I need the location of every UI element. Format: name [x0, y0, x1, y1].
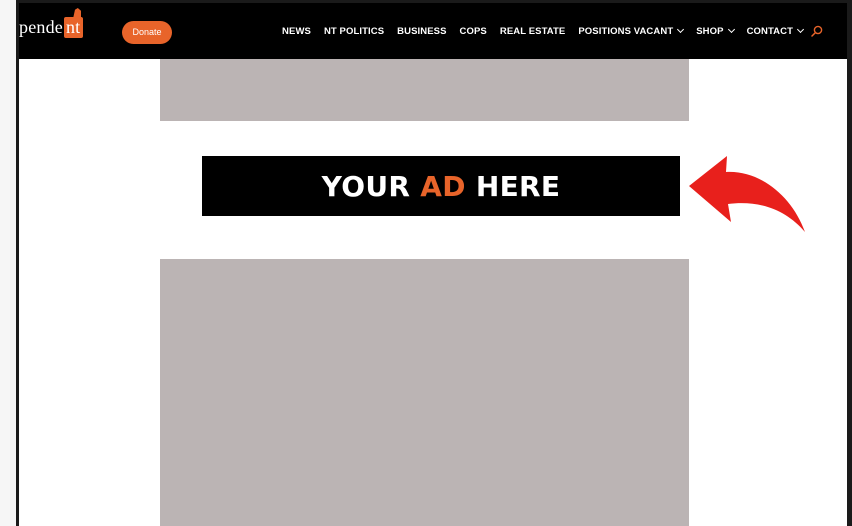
logo-accent: nt	[63, 8, 84, 38]
chevron-down-icon	[727, 25, 735, 34]
page: pende nt Donate NEWS NT POLITICS BUSINESS…	[0, 0, 852, 526]
nav-item-news[interactable]: NEWS	[282, 26, 311, 37]
nav-item-positions-vacant[interactable]: POSITIONS VACANT	[578, 25, 685, 37]
frame-border-right	[847, 0, 852, 526]
nav-item-cops[interactable]: COPS	[460, 26, 487, 37]
nt-map-icon	[73, 8, 82, 17]
nav-item-nt-politics[interactable]: NT POLITICS	[324, 26, 384, 37]
nav-item-real-estate[interactable]: REAL ESTATE	[500, 26, 566, 37]
logo-text: pende	[19, 17, 63, 37]
ad-banner[interactable]: YOUR AD HERE	[202, 156, 680, 216]
main-nav: NEWS NT POLITICS BUSINESS COPS REAL ESTA…	[282, 3, 805, 59]
nav-item-contact[interactable]: CONTACT	[747, 25, 805, 37]
donate-button[interactable]: Donate	[122, 21, 172, 44]
ad-banner-text: YOUR AD HERE	[321, 169, 561, 203]
site-logo[interactable]: pende nt	[19, 8, 84, 38]
search-icon[interactable]	[811, 25, 823, 37]
chevron-down-icon	[677, 25, 685, 34]
nav-item-shop[interactable]: SHOP	[696, 25, 735, 37]
nav-item-business[interactable]: BUSINESS	[397, 26, 446, 37]
frame-border-left	[0, 0, 19, 526]
image-placeholder-bottom	[160, 259, 689, 526]
curved-arrow-icon	[689, 156, 805, 232]
site-header: pende nt Donate NEWS NT POLITICS BUSINESS…	[19, 3, 847, 59]
chevron-down-icon	[796, 25, 805, 34]
image-placeholder-top	[160, 59, 689, 121]
